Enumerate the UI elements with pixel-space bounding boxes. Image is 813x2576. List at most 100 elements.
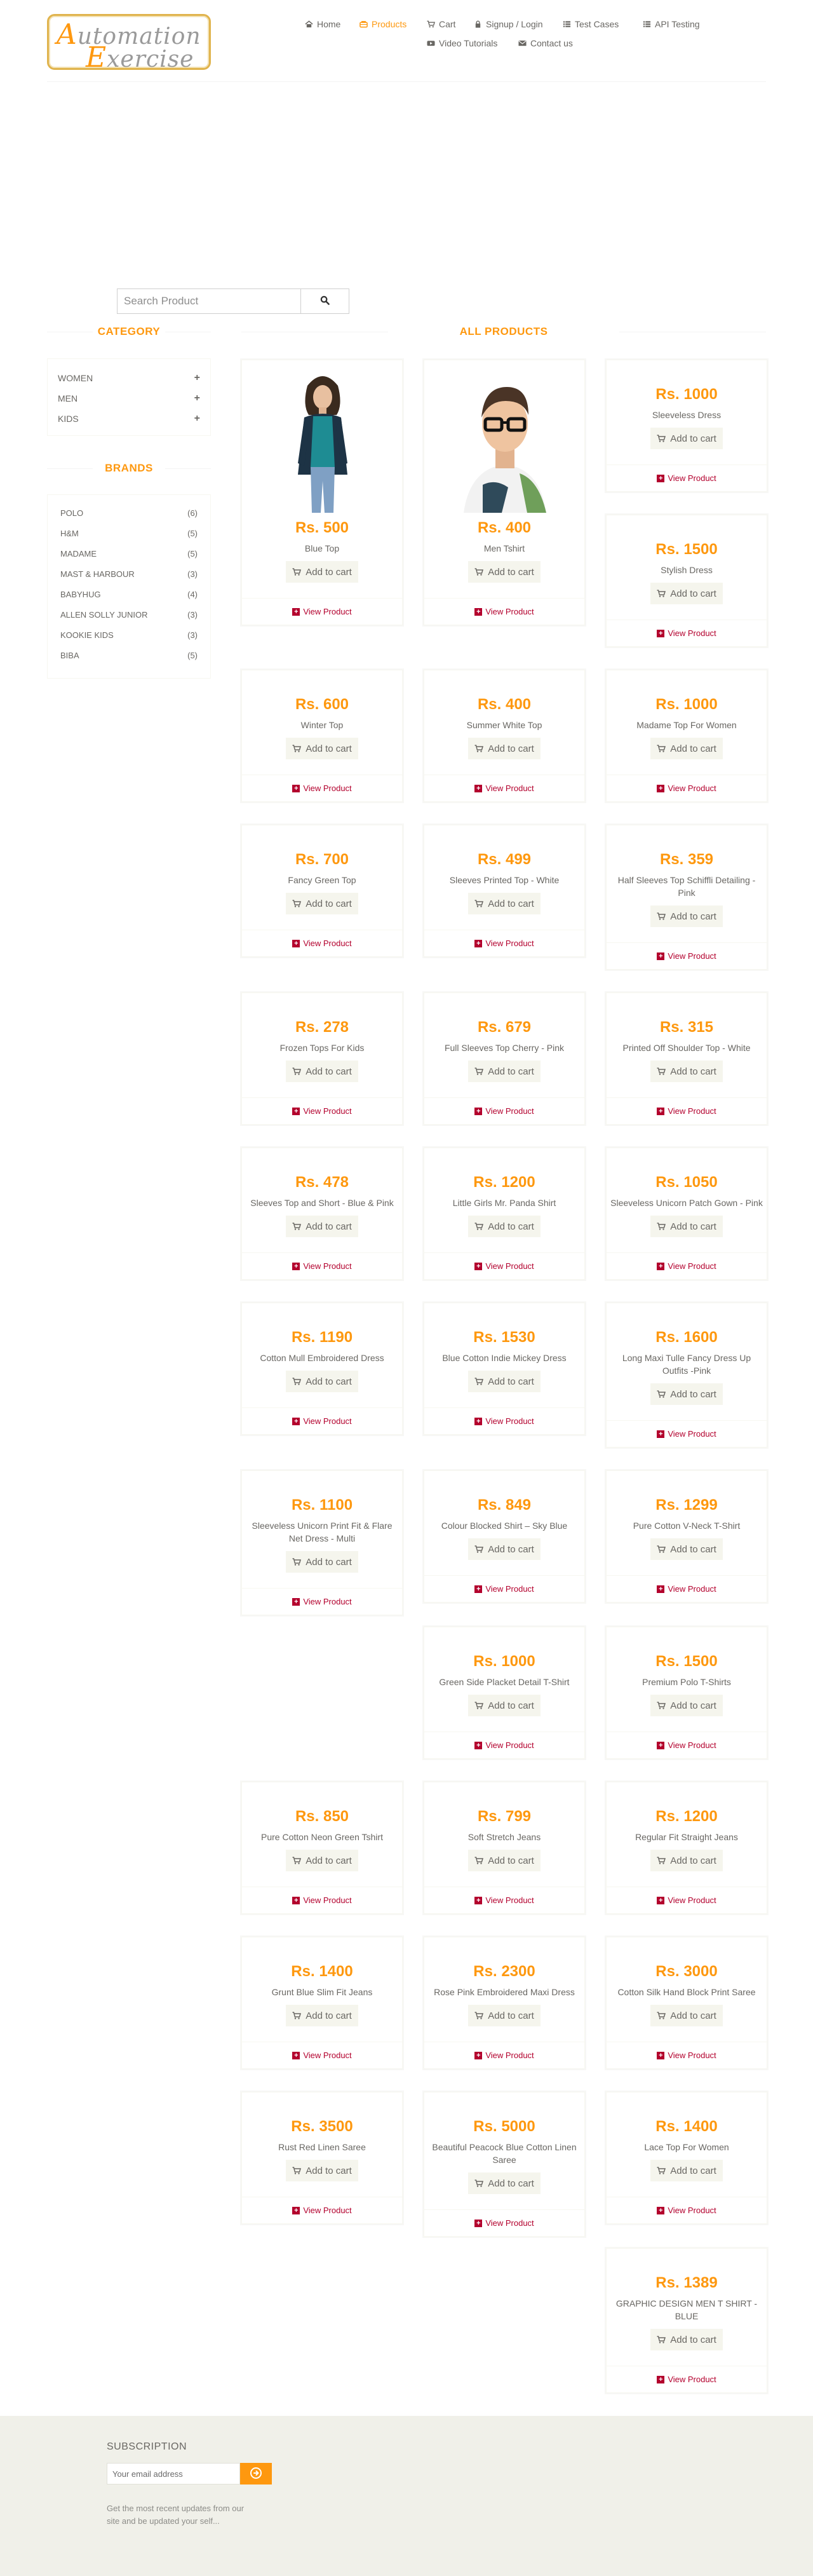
view-product-link[interactable]: + View Product	[424, 1895, 584, 1905]
view-product-link[interactable]: + View Product	[242, 1895, 402, 1905]
brand-item[interactable]: BABYHUG (4)	[60, 588, 198, 600]
add-to-cart-button[interactable]: Add to cart	[650, 583, 723, 604]
view-product-link[interactable]: + View Product	[242, 1106, 402, 1116]
cart-icon	[657, 1857, 666, 1864]
brand-item[interactable]: H&M (5)	[60, 527, 198, 539]
brand-item[interactable]: POLO (6)	[60, 506, 198, 519]
view-product-link[interactable]: + View Product	[424, 1261, 584, 1271]
product-card: Rs. 1500 Premium Polo T-Shirts Add to cart…	[606, 1627, 767, 1759]
category-women[interactable]: WOMEN +	[58, 372, 200, 384]
nav-contact-us[interactable]: Contact us	[518, 38, 573, 48]
view-product-link[interactable]: + View Product	[607, 2375, 767, 2384]
add-to-cart-button[interactable]: Add to cart	[468, 561, 541, 583]
view-product-link[interactable]: + View Product	[607, 473, 767, 483]
search-button[interactable]	[301, 288, 349, 314]
add-to-cart-button[interactable]: Add to cart	[286, 2160, 358, 2181]
view-product-link[interactable]: + View Product	[242, 607, 402, 616]
view-product-link[interactable]: + View Product	[424, 1106, 584, 1116]
plus-icon[interactable]: +	[194, 413, 200, 424]
add-to-cart-button[interactable]: Add to cart	[286, 2005, 358, 2026]
view-product-link[interactable]: + View Product	[607, 628, 767, 638]
add-to-cart-button[interactable]: Add to cart	[650, 2160, 723, 2181]
view-product-link[interactable]: + View Product	[607, 951, 767, 961]
add-to-cart-button[interactable]: Add to cart	[650, 1538, 723, 1560]
add-to-cart-button[interactable]: Add to cart	[650, 2005, 723, 2026]
add-to-cart-button[interactable]: Add to cart	[650, 1383, 723, 1405]
plus-square-icon: +	[474, 2051, 483, 2059]
add-to-cart-button[interactable]: Add to cart	[650, 1216, 723, 1237]
add-to-cart-button[interactable]: Add to cart	[650, 905, 723, 927]
view-product-link[interactable]: + View Product	[424, 2051, 584, 2060]
brand-item[interactable]: MADAME (5)	[60, 547, 198, 560]
view-product-link[interactable]: + View Product	[607, 1261, 767, 1271]
view-product-link[interactable]: + View Product	[424, 607, 584, 616]
nav-label: Contact us	[530, 38, 573, 48]
brand-item[interactable]: KOOKIE KIDS (3)	[60, 628, 198, 641]
product-price: Rs. 1050	[655, 1174, 718, 1191]
add-to-cart-button[interactable]: Add to cart	[286, 893, 358, 914]
add-to-cart-button[interactable]: Add to cart	[468, 1850, 541, 1871]
view-product-link[interactable]: + View Product	[424, 783, 584, 793]
add-to-cart-button[interactable]: Add to cart	[650, 428, 723, 449]
subscribe-button[interactable]	[240, 2463, 272, 2484]
view-product-link[interactable]: + View Product	[424, 2218, 584, 2228]
add-to-cart-button[interactable]: Add to cart	[468, 738, 541, 759]
brand-item[interactable]: MAST & HARBOUR (3)	[60, 567, 198, 580]
add-to-cart-button[interactable]: Add to cart	[650, 1061, 723, 1082]
nav-signup-login[interactable]: Signup / Login	[474, 19, 543, 29]
view-product-link[interactable]: + View Product	[607, 1584, 767, 1594]
nav-products[interactable]: Products	[359, 19, 406, 29]
add-to-cart-button[interactable]: Add to cart	[286, 1551, 358, 1573]
add-to-cart-button[interactable]: Add to cart	[650, 2329, 723, 2350]
view-product-link[interactable]: + View Product	[242, 2206, 402, 2215]
add-to-cart-button[interactable]: Add to cart	[286, 1371, 358, 1392]
nav-api-testing[interactable]: API Testing	[643, 19, 700, 29]
add-to-cart-button[interactable]: Add to cart	[650, 1850, 723, 1871]
view-product-link[interactable]: + View Product	[242, 1597, 402, 1606]
category-men[interactable]: MEN +	[58, 392, 200, 405]
nav-test-cases[interactable]: Test Cases	[563, 19, 619, 29]
nav-home[interactable]: Home	[305, 19, 340, 29]
site-logo[interactable]: Automation Exercise	[47, 14, 211, 74]
view-product-link[interactable]: + View Product	[242, 783, 402, 793]
view-product-link[interactable]: + View Product	[607, 1740, 767, 1750]
search-input[interactable]	[117, 288, 301, 314]
add-to-cart-button[interactable]: Add to cart	[286, 1061, 358, 1082]
view-product-link[interactable]: + View Product	[242, 1261, 402, 1271]
view-product-link[interactable]: + View Product	[242, 2051, 402, 2060]
add-to-cart-button[interactable]: Add to cart	[286, 561, 358, 583]
add-to-cart-button[interactable]: Add to cart	[286, 1850, 358, 1871]
add-to-cart-button[interactable]: Add to cart	[286, 1216, 358, 1237]
nav-video-tutorials[interactable]: Video Tutorials	[427, 38, 497, 48]
view-product-link[interactable]: + View Product	[607, 783, 767, 793]
add-to-cart-button[interactable]: Add to cart	[650, 1695, 723, 1716]
brand-item[interactable]: BIBA (5)	[60, 649, 198, 661]
add-to-cart-button[interactable]: Add to cart	[468, 2173, 541, 2194]
view-product-link[interactable]: + View Product	[424, 1584, 584, 1594]
add-to-cart-button[interactable]: Add to cart	[468, 1061, 541, 1082]
view-product-link[interactable]: + View Product	[242, 939, 402, 948]
add-to-cart-button[interactable]: Add to cart	[468, 893, 541, 914]
add-to-cart-button[interactable]: Add to cart	[468, 2005, 541, 2026]
view-product-link[interactable]: + View Product	[424, 1416, 584, 1426]
nav-cart[interactable]: Cart	[427, 19, 455, 29]
add-to-cart-button[interactable]: Add to cart	[286, 738, 358, 759]
view-product-link[interactable]: + View Product	[607, 1895, 767, 1905]
add-to-cart-button[interactable]: Add to cart	[468, 1695, 541, 1716]
view-product-link[interactable]: + View Product	[424, 939, 584, 948]
add-to-cart-button[interactable]: Add to cart	[468, 1538, 541, 1560]
plus-icon[interactable]: +	[194, 372, 200, 384]
view-product-link[interactable]: + View Product	[607, 1429, 767, 1439]
view-product-link[interactable]: + View Product	[242, 1416, 402, 1426]
plus-icon[interactable]: +	[194, 393, 200, 404]
add-to-cart-button[interactable]: Add to cart	[468, 1216, 541, 1237]
view-product-link[interactable]: + View Product	[607, 2051, 767, 2060]
view-product-link[interactable]: + View Product	[424, 1740, 584, 1750]
view-product-link[interactable]: + View Product	[607, 1106, 767, 1116]
subscribe-email-input[interactable]	[107, 2463, 240, 2484]
category-kids[interactable]: KIDS +	[58, 412, 200, 425]
add-to-cart-button[interactable]: Add to cart	[650, 738, 723, 759]
view-product-link[interactable]: + View Product	[607, 2206, 767, 2215]
add-to-cart-button[interactable]: Add to cart	[468, 1371, 541, 1392]
brand-item[interactable]: ALLEN SOLLY JUNIOR (3)	[60, 608, 198, 621]
